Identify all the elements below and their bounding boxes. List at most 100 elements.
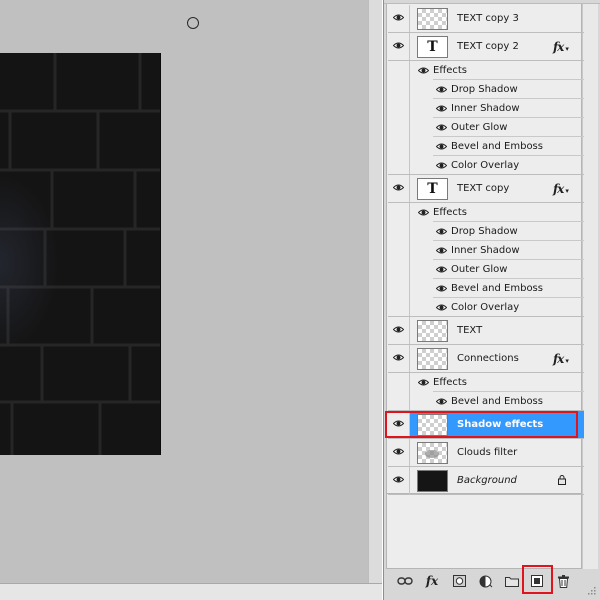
eye-icon[interactable] xyxy=(436,285,447,292)
text-layer-icon: T xyxy=(417,178,448,200)
link-layers-button[interactable] xyxy=(395,572,415,590)
effects-group-header[interactable]: Effects xyxy=(388,373,584,392)
new-group-button[interactable] xyxy=(502,572,522,590)
eye-icon xyxy=(393,448,404,455)
fx-icon[interactable]: fx ▾ xyxy=(553,352,569,366)
eye-icon[interactable] xyxy=(436,86,447,93)
layers-panel-toolbar: fx xyxy=(386,569,598,593)
eye-icon[interactable] xyxy=(436,247,447,254)
eye-icon xyxy=(393,184,404,191)
new-group-icon xyxy=(505,576,519,587)
eye-icon[interactable] xyxy=(436,105,447,112)
eye-icon[interactable] xyxy=(436,266,447,273)
visibility-toggle[interactable] xyxy=(388,439,410,466)
layer-row-text-copy-3[interactable]: TEXT copy 3 xyxy=(388,5,584,33)
effect-item[interactable]: Inner Shadow xyxy=(388,99,584,118)
eye-icon[interactable] xyxy=(436,143,447,150)
visibility-column xyxy=(388,222,410,241)
eye-icon[interactable] xyxy=(436,162,447,169)
eye-icon[interactable] xyxy=(436,398,447,405)
effect-name: Outer Glow xyxy=(451,264,508,275)
layer-name: TEXT copy xyxy=(457,183,510,194)
effect-item[interactable]: Bevel and Emboss xyxy=(388,279,584,298)
visibility-toggle[interactable] xyxy=(388,467,410,494)
layers-scrollbar[interactable] xyxy=(582,4,598,569)
effect-item[interactable]: Outer Glow xyxy=(388,118,584,137)
eye-icon[interactable] xyxy=(436,124,447,131)
adjustment-layer-button[interactable] xyxy=(476,572,496,590)
effect-item[interactable]: Bevel and Emboss xyxy=(388,392,584,411)
delete-layer-button[interactable] xyxy=(553,572,573,590)
effect-name: Outer Glow xyxy=(451,122,508,133)
layer-thumbnail xyxy=(417,442,448,464)
layer-thumbnail xyxy=(417,320,448,342)
eye-icon[interactable] xyxy=(418,209,429,216)
eye-icon xyxy=(393,14,404,21)
eye-icon xyxy=(393,354,404,361)
effect-item[interactable]: Color Overlay xyxy=(388,298,584,317)
layer-thumbnail xyxy=(417,8,448,30)
add-layer-mask-button[interactable] xyxy=(449,572,469,590)
effects-group-header[interactable]: Effects xyxy=(388,203,584,222)
layer-row-text-copy-2[interactable]: T TEXT copy 2 fx ▾ xyxy=(388,33,584,61)
effect-item[interactable]: Inner Shadow xyxy=(388,241,584,260)
layer-row-text-copy[interactable]: T TEXT copy fx ▾ xyxy=(388,175,584,203)
layers-list-empty-area[interactable] xyxy=(386,494,582,569)
lock-icon xyxy=(558,475,566,485)
fx-icon[interactable]: fx ▾ xyxy=(553,40,569,54)
layer-name: Clouds filter xyxy=(457,447,518,458)
eye-icon[interactable] xyxy=(418,379,429,386)
layer-row-connections[interactable]: Connections fx ▾ xyxy=(388,345,584,373)
text-layer-icon: T xyxy=(417,36,448,58)
delete-layer-icon xyxy=(557,574,569,588)
light-glow xyxy=(0,173,60,353)
layer-name: TEXT xyxy=(457,325,483,336)
visibility-column xyxy=(388,118,410,137)
visibility-toggle[interactable] xyxy=(388,345,410,372)
adjustment-layer-icon xyxy=(479,575,493,587)
visibility-column xyxy=(388,373,410,392)
add-layer-mask-icon xyxy=(452,575,466,587)
eye-icon xyxy=(393,326,404,333)
resize-grip-icon[interactable] xyxy=(586,585,596,595)
eye-icon[interactable] xyxy=(418,67,429,74)
layer-row-background[interactable]: Background xyxy=(388,467,584,495)
effects-label: Effects xyxy=(433,207,467,218)
effect-name: Drop Shadow xyxy=(451,84,518,95)
effect-name: Color Overlay xyxy=(451,160,520,171)
visibility-column xyxy=(388,99,410,118)
layer-name: TEXT copy 2 xyxy=(457,41,519,52)
layer-name: TEXT copy 3 xyxy=(457,13,519,24)
canvas-area[interactable] xyxy=(0,0,368,583)
layer-name: Background xyxy=(457,475,517,486)
effect-item[interactable]: Drop Shadow xyxy=(388,80,584,99)
effects-label: Effects xyxy=(433,377,467,388)
effect-name: Bevel and Emboss xyxy=(451,141,543,152)
effect-item[interactable]: Bevel and Emboss xyxy=(388,137,584,156)
canvas-horizontal-scrollbar[interactable] xyxy=(0,583,382,600)
highlight-box-selected-layer xyxy=(385,411,578,438)
visibility-column xyxy=(388,392,410,410)
effect-name: Inner Shadow xyxy=(451,103,520,114)
visibility-toggle[interactable] xyxy=(388,33,410,60)
effect-item[interactable]: Color Overlay xyxy=(388,156,584,175)
add-layer-style-button[interactable]: fx xyxy=(422,572,442,590)
visibility-toggle[interactable] xyxy=(388,5,410,32)
effects-group-header[interactable]: Effects xyxy=(388,61,584,80)
visibility-column xyxy=(388,156,410,174)
effect-item[interactable]: Drop Shadow xyxy=(388,222,584,241)
clouds-thumbnail-icon xyxy=(425,450,439,458)
eye-icon[interactable] xyxy=(436,304,447,311)
visibility-toggle[interactable] xyxy=(388,175,410,202)
fx-icon[interactable]: fx ▾ xyxy=(553,182,569,196)
layer-row-text[interactable]: TEXT xyxy=(388,317,584,345)
visibility-column xyxy=(388,61,410,80)
visibility-toggle[interactable] xyxy=(388,317,410,344)
document-image[interactable] xyxy=(0,53,161,455)
visibility-column xyxy=(388,260,410,279)
canvas-vertical-scrollbar[interactable] xyxy=(368,0,382,583)
effect-name: Color Overlay xyxy=(451,302,520,313)
layer-row-clouds-filter[interactable]: Clouds filter xyxy=(388,439,584,467)
eye-icon[interactable] xyxy=(436,228,447,235)
effect-item[interactable]: Outer Glow xyxy=(388,260,584,279)
